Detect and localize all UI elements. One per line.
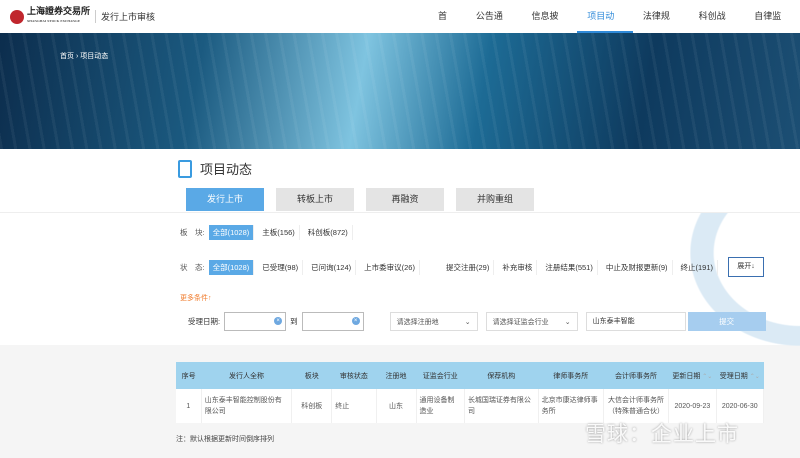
region-placeholder: 请选择注册地 [396, 318, 439, 326]
board-filter: 板 块: 全部(1028) 主板(156) 科创板(872) [180, 225, 357, 240]
col-index: 序号 [176, 362, 202, 389]
query-row: 受理日期: × 到 × 请选择注册地 ⌄ 请选择证监会行业 ⌄ 山东泰丰智能 提交 [188, 312, 766, 331]
status-option[interactable]: 终止(191) [677, 260, 719, 275]
filter-panel: 板 块: 全部(1028) 主板(156) 科创板(872) 状 态: 全部(1… [0, 212, 800, 346]
clear-icon[interactable]: × [274, 317, 283, 325]
col-sponsor: 保荐机构 [464, 362, 539, 389]
col-board: 板块 [291, 362, 332, 389]
logo-text: 上海證券交易所 [27, 6, 91, 17]
industry-placeholder: 请选择证监会行业 [492, 318, 549, 326]
tab-refinancing[interactable]: 再融资 [366, 188, 444, 211]
nav-announcements[interactable]: 公告通知 [466, 0, 522, 54]
breadcrumb-current: 项目动态 [80, 53, 109, 60]
update-date-label: 更新日期 [672, 372, 701, 380]
page-header: 项目动态 发行上市 转板上市 再融资 并购重组 [0, 149, 800, 212]
col-law-firm: 律师事务所 [538, 362, 604, 389]
cell-index: 1 [176, 389, 202, 423]
nav-home[interactable]: 首页 [428, 0, 466, 54]
col-update-date[interactable]: 更新日期 ⌃⌄ [668, 362, 717, 389]
tab-transfer[interactable]: 转板上市 [276, 188, 354, 211]
table-header-row: 序号 发行人全称 板块 审核状态 注册地 证监会行业 保荐机构 律师事务所 会计… [176, 362, 764, 389]
cell-status: 终止 [331, 389, 377, 423]
keyword-input[interactable]: 山东泰丰智能 [585, 312, 686, 331]
banner: 首页 › 项目动态 [0, 33, 800, 149]
watermark: 雪球：企业上市 [585, 423, 739, 446]
accept-date-label: 受理日期 [719, 372, 748, 380]
start-date-input[interactable]: × [224, 312, 287, 331]
status-option[interactable]: 已受理(98) [258, 260, 304, 275]
board-option[interactable]: 科创板(872) [304, 225, 353, 240]
status-label: 状 态: [180, 263, 205, 272]
col-accept-date[interactable]: 受理日期 ⌃⌄ [716, 362, 764, 389]
status-option[interactable]: 中止及财报更新(9) [602, 260, 673, 275]
results-table: 序号 发行人全称 板块 审核状态 注册地 证监会行业 保荐机构 律师事务所 会计… [176, 362, 765, 423]
nav-disclosure[interactable]: 信息披露 [522, 0, 578, 54]
cell-issuer[interactable]: 山东泰丰智能控制股份有限公司 [201, 389, 293, 423]
cell-industry: 通用设备制造业 [416, 389, 465, 423]
status-option[interactable]: 上市委审议(26) [360, 260, 420, 275]
nav-self-regulation[interactable]: 自律监管 [744, 0, 800, 54]
status-option[interactable]: 全部(1028) [208, 260, 255, 275]
board-option[interactable]: 主板(156) [258, 225, 300, 240]
to-label: 到 [290, 317, 298, 326]
main-nav: 首页 公告通知 信息披露 项目动态 法律规则 科创战略 自律监管 [428, 0, 800, 54]
breadcrumb-home[interactable]: 首页 [60, 53, 74, 60]
col-status: 审核状态 [331, 362, 377, 389]
status-option[interactable]: 补充审核 [498, 260, 538, 275]
sort-icon[interactable]: ⌃⌄ [750, 374, 760, 380]
page-title: 项目动态 [200, 162, 253, 177]
board-option[interactable]: 全部(1028) [208, 225, 255, 240]
nav-rules[interactable]: 法律规则 [633, 0, 689, 54]
col-region: 注册地 [376, 362, 417, 389]
col-accounting-firm: 会计师事务所 [603, 362, 669, 389]
system-name: 发行上市审核 [95, 10, 155, 23]
col-industry: 证监会行业 [416, 362, 465, 389]
board-label: 板 块: [180, 228, 205, 237]
nav-project-updates[interactable]: 项目动态 [577, 0, 633, 54]
expand-button[interactable]: 展开↓ [728, 257, 764, 277]
document-icon [178, 159, 192, 178]
top-bar: 上海證券交易所SHANGHAI STOCK EXCHANGE 发行上市审核 首页… [0, 0, 800, 54]
sort-note: 注：默认根据更新时间倒序排列 [176, 436, 274, 443]
clear-icon[interactable]: × [351, 317, 360, 325]
status-option[interactable]: 提交注册(29) [442, 260, 495, 275]
end-date-input[interactable]: × [301, 312, 364, 331]
status-filter: 状 态: 全部(1028) 已受理(98) 已问询(124) 上市委审议(26)… [180, 260, 722, 275]
chevron-down-icon: ⌄ [564, 318, 571, 326]
status-option[interactable]: 已问询(124) [307, 260, 357, 275]
tab-ipo[interactable]: 发行上市 [186, 188, 264, 211]
chevron-down-icon: ⌄ [464, 318, 471, 326]
submit-button[interactable]: 提交 [687, 312, 766, 331]
logo-subtext: SHANGHAI STOCK EXCHANGE [27, 18, 80, 23]
tab-mna[interactable]: 并购重组 [456, 188, 534, 211]
breadcrumb-separator: › [75, 53, 79, 60]
status-option[interactable]: 注册结果(551) [541, 260, 598, 275]
industry-select[interactable]: 请选择证监会行业 ⌄ [485, 312, 578, 331]
cell-sponsor: 长城国瑞证券有限公司 [464, 389, 539, 423]
date-label: 受理日期: [188, 317, 221, 326]
cell-region: 山东 [376, 389, 417, 423]
logo-icon [10, 9, 24, 24]
breadcrumb: 首页 › 项目动态 [60, 51, 108, 61]
nav-strategy[interactable]: 科创战略 [689, 0, 745, 54]
sort-icon[interactable]: ⌃⌄ [702, 374, 712, 380]
cell-board: 科创板 [291, 389, 333, 423]
more-conditions-toggle[interactable]: 更多条件↑ [180, 293, 212, 303]
sse-logo[interactable]: 上海證券交易所 SHANGHAI STOCK EXCHANGE 发行上市审核 [10, 6, 155, 26]
region-select[interactable]: 请选择注册地 ⌄ [389, 312, 478, 331]
col-issuer: 发行人全称 [201, 362, 292, 389]
